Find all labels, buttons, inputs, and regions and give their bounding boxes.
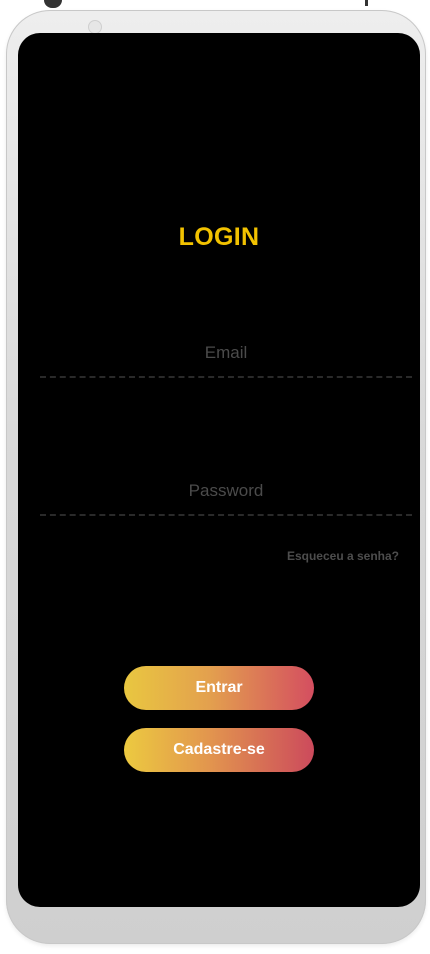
top-right-mark (365, 0, 368, 6)
password-input[interactable] (40, 476, 412, 506)
password-field (40, 476, 412, 516)
page: LOGIN Esqueceu a senha? Entrar Cadastre-… (0, 0, 430, 954)
phone-screen: LOGIN Esqueceu a senha? Entrar Cadastre-… (18, 33, 420, 907)
top-left-mark (44, 0, 62, 8)
email-underline (40, 376, 412, 378)
login-title: LOGIN (178, 223, 260, 251)
forgot-password-link[interactable]: Esqueceu a senha? (287, 549, 399, 563)
camera-icon (88, 20, 102, 34)
password-underline (40, 514, 412, 516)
email-input[interactable] (40, 338, 412, 368)
email-field (40, 338, 412, 378)
signup-button[interactable]: Cadastre-se (124, 728, 314, 772)
login-button[interactable]: Entrar (124, 666, 314, 710)
